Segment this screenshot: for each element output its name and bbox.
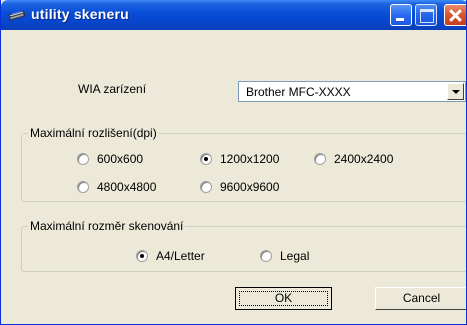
radio-a4-letter[interactable]: A4/Letter xyxy=(136,249,205,263)
minimize-button[interactable] xyxy=(390,4,412,26)
window-title: utility skeneru xyxy=(31,6,129,22)
radio-600x600[interactable]: 600x600 xyxy=(77,152,143,166)
radio-4800x4800[interactable]: 4800x4800 xyxy=(77,180,156,194)
device-select[interactable]: Brother MFC-XXXX xyxy=(238,81,466,102)
device-label: WIA zarízení xyxy=(78,82,147,96)
device-select-value: Brother MFC-XXXX xyxy=(246,85,351,99)
title-bar[interactable]: utility skeneru xyxy=(1,0,466,30)
cancel-button-label: Cancel xyxy=(402,291,441,305)
size-group: Maximální rozměr skenování xyxy=(21,219,466,272)
radio-label: 600x600 xyxy=(97,152,144,166)
maximize-button[interactable] xyxy=(415,4,437,26)
radio-label: Legal xyxy=(280,249,310,263)
close-button[interactable] xyxy=(444,4,466,26)
radio-button-icon xyxy=(200,181,212,193)
radio-legal[interactable]: Legal xyxy=(260,249,309,263)
ok-button[interactable]: OK xyxy=(235,287,332,310)
radio-label: 1200x1200 xyxy=(220,152,280,166)
radio-label: 4800x4800 xyxy=(97,180,157,194)
radio-label: 2400x2400 xyxy=(334,152,394,166)
radio-label: 9600x9600 xyxy=(220,180,280,194)
resolution-group-title: Maximální rozlišení(dpi) xyxy=(28,126,159,140)
radio-button-icon xyxy=(314,153,326,165)
radio-button-icon xyxy=(77,153,89,165)
radio-9600x9600[interactable]: 9600x9600 xyxy=(200,180,279,194)
radio-button-checked-icon xyxy=(200,153,212,165)
radio-button-checked-icon xyxy=(136,250,148,262)
radio-button-icon xyxy=(77,181,89,193)
scanner-utility-window: utility skeneru WIA zarízení Brother MFC… xyxy=(0,0,467,325)
chevron-down-icon[interactable] xyxy=(447,83,464,100)
radio-2400x2400[interactable]: 2400x2400 xyxy=(314,152,393,166)
radio-1200x1200[interactable]: 1200x1200 xyxy=(200,152,279,166)
size-group-title: Maximální rozměr skenování xyxy=(28,219,186,233)
radio-label: A4/Letter xyxy=(156,249,205,263)
radio-button-icon xyxy=(260,250,272,262)
cancel-button[interactable]: Cancel xyxy=(375,287,466,310)
focus-rectangle xyxy=(239,291,328,306)
scanner-icon xyxy=(8,10,26,21)
